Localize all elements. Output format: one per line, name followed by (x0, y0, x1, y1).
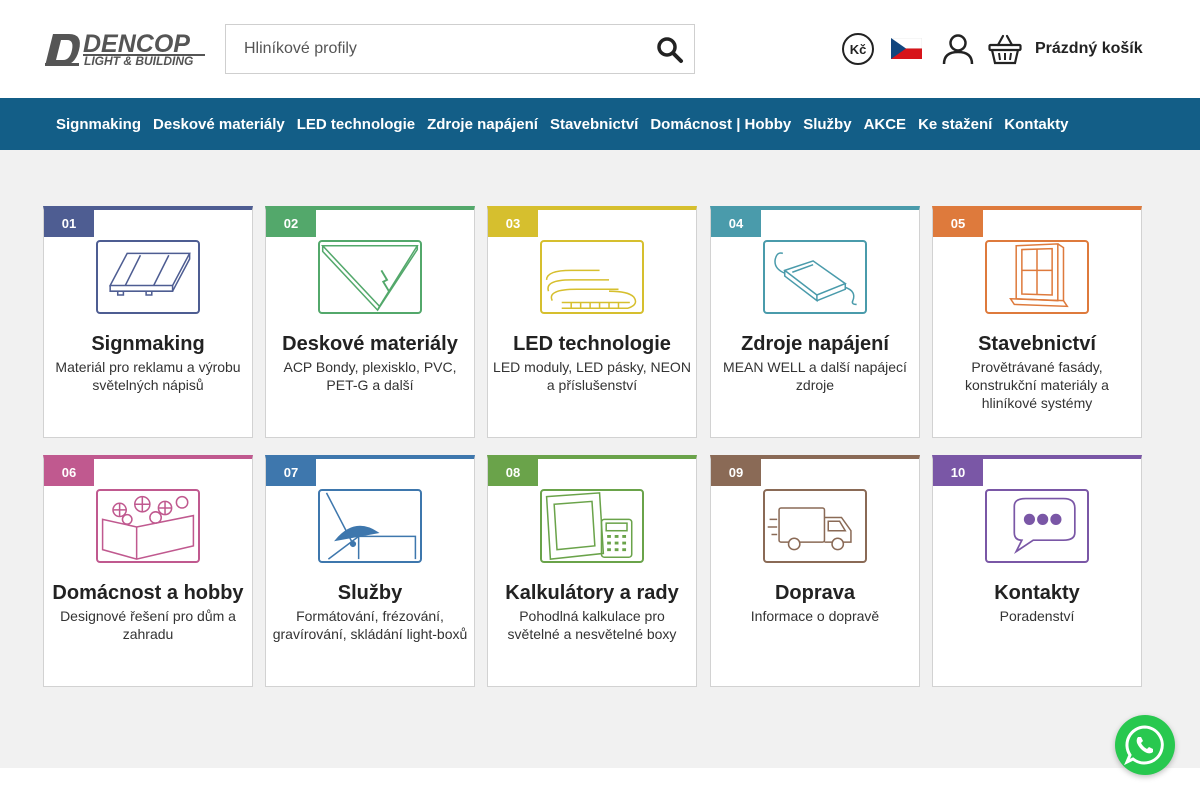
card-title: Zdroje napájení MEAN WELL a další napáje… (715, 332, 915, 394)
category-card-doprava[interactable]: 09 Doprava Informace o dopravě (710, 455, 920, 687)
card-description: Informace o dopravě (750, 608, 880, 624)
shopping-basket-icon[interactable] (988, 33, 1022, 65)
category-card-deskove-materialy[interactable]: 02 Deskové materiály ACP Bondy, plexiskl… (265, 206, 475, 438)
card-description: Materiál pro reklamu a výrobu světelných… (55, 359, 241, 393)
dencop-logo[interactable]: DENCOP LIGHT & BUILDING (43, 30, 206, 68)
currency-switch-button[interactable]: Kč (842, 33, 874, 65)
card-title-text: Kalkulátory a rady (505, 582, 679, 604)
nav-item-signmaking[interactable]: Signmaking (56, 116, 141, 133)
card-title-text: Zdroje napájení (741, 333, 889, 355)
card-number: 07 (266, 459, 316, 486)
card-description: Formátování, frézování, gravírování, skl… (272, 608, 468, 642)
nav-item-ke-stazeni[interactable]: Ke stažení (918, 116, 992, 133)
card-number: 04 (711, 210, 761, 237)
card-number: 03 (488, 210, 538, 237)
chat-bubble-icon (985, 489, 1089, 563)
card-description: Provětrávané fasády, konstrukční materiá… (965, 359, 1109, 411)
category-card-kontakty[interactable]: 10 Kontakty Poradenství (932, 455, 1142, 687)
nav-item-led-technologie[interactable]: LED technologie (297, 116, 415, 133)
nav-item-kontakty[interactable]: Kontakty (1004, 116, 1068, 133)
search-bar (225, 24, 695, 74)
czech-flag-icon[interactable] (890, 37, 923, 59)
board-sheet-icon (318, 240, 422, 314)
whatsapp-chat-button[interactable] (1115, 715, 1175, 775)
category-card-sluzby[interactable]: 07 Služby Formátování, frézování, gravír… (265, 455, 475, 687)
nav-item-stavebnictvi[interactable]: Stavebnictví (550, 116, 638, 133)
card-title-text: Kontakty (994, 582, 1080, 604)
category-card-stavebnictvi[interactable]: 05 Stavebnictví Provětrávané fasády, kon… (932, 206, 1142, 438)
card-title: Stavebnictví Provětrávané fasády, konstr… (937, 332, 1137, 412)
nav-item-domacnost-hobby[interactable]: Domácnost | Hobby (650, 116, 791, 133)
cart-status-link[interactable]: Prázdný košík (1035, 40, 1143, 58)
header: DENCOP LIGHT & BUILDING Kč (0, 0, 1200, 98)
whatsapp-icon (1124, 725, 1164, 766)
card-description: LED moduly, LED pásky, NEON a příslušens… (493, 359, 691, 393)
main-navigation: Signmaking Deskové materiály LED technol… (0, 98, 1200, 150)
category-card-signmaking[interactable]: 01 Signmaking Materiál pro reklamu a výr… (43, 206, 253, 438)
saw-cutting-icon (318, 489, 422, 563)
calculator-icon (540, 489, 644, 563)
category-card-kalkulatory-a-rady[interactable]: 08 Kalkulátory a rady Pohodlná kalkulace… (487, 455, 697, 687)
category-card-led-technologie[interactable]: 03 LED technologie LED moduly, LED pásky… (487, 206, 697, 438)
card-title: Domácnost a hobby Designové řešení pro d… (48, 581, 248, 643)
footer-strip (0, 768, 1200, 800)
card-number: 05 (933, 210, 983, 237)
card-title-text: Signmaking (91, 333, 205, 355)
search-input[interactable] (226, 25, 646, 73)
svg-text:LIGHT & BUILDING: LIGHT & BUILDING (84, 54, 193, 68)
card-title-text: Doprava (774, 582, 856, 604)
card-title: Deskové materiály ACP Bondy, plexisklo, … (270, 332, 470, 394)
user-account-icon[interactable] (942, 33, 974, 65)
card-description: Poradenství (999, 608, 1075, 624)
power-supply-icon (763, 240, 867, 314)
nav-item-sluzby[interactable]: Služby (803, 116, 851, 133)
card-title: Kontakty Poradenství (937, 581, 1137, 625)
window-frame-icon (985, 240, 1089, 314)
card-title: Doprava Informace o dopravě (715, 581, 915, 625)
nav-item-deskove-materialy[interactable]: Deskové materiály (153, 116, 285, 133)
card-title-text: Stavebnictví (978, 333, 1096, 355)
card-number: 09 (711, 459, 761, 486)
nav-item-zdroje-napajeni[interactable]: Zdroje napájení (427, 116, 538, 133)
currency-label: Kč (849, 41, 867, 57)
card-description: ACP Bondy, plexisklo, PVC, PET-G a další (283, 359, 457, 393)
delivery-truck-icon (763, 489, 867, 563)
search-icon[interactable] (656, 36, 684, 64)
card-description: MEAN WELL a další napájecí zdroje (723, 359, 907, 393)
card-title: LED technologie LED moduly, LED pásky, N… (492, 332, 692, 394)
category-card-domacnost-hobby[interactable]: 06 Domácnost a hobby Designové řešení pr… (43, 455, 253, 687)
card-title-text: Domácnost a hobby (52, 582, 244, 604)
card-title: Kalkulátory a rady Pohodlná kalkulace pr… (492, 581, 692, 643)
card-title-text: Služby (337, 582, 403, 604)
card-description: Designové řešení pro dům a zahradu (60, 608, 236, 642)
card-title-text: Deskové materiály (282, 333, 458, 355)
card-number: 10 (933, 459, 983, 486)
card-number: 02 (266, 210, 316, 237)
card-title: Signmaking Materiál pro reklamu a výrobu… (48, 332, 248, 394)
card-number: 06 (44, 459, 94, 486)
flower-planter-icon (96, 489, 200, 563)
card-description: Pohodlná kalkulace pro světelné a nesvět… (507, 608, 677, 642)
card-number: 01 (44, 210, 94, 237)
led-strip-icon (540, 240, 644, 314)
card-title-text: LED technologie (513, 333, 671, 355)
category-card-zdroje-napajeni[interactable]: 04 Zdroje napájení MEAN WELL a další nap… (710, 206, 920, 438)
nav-item-akce[interactable]: AKCE (864, 116, 907, 133)
card-title: Služby Formátování, frézování, gravírová… (270, 581, 470, 643)
aluminium-profile-icon (96, 240, 200, 314)
card-number: 08 (488, 459, 538, 486)
